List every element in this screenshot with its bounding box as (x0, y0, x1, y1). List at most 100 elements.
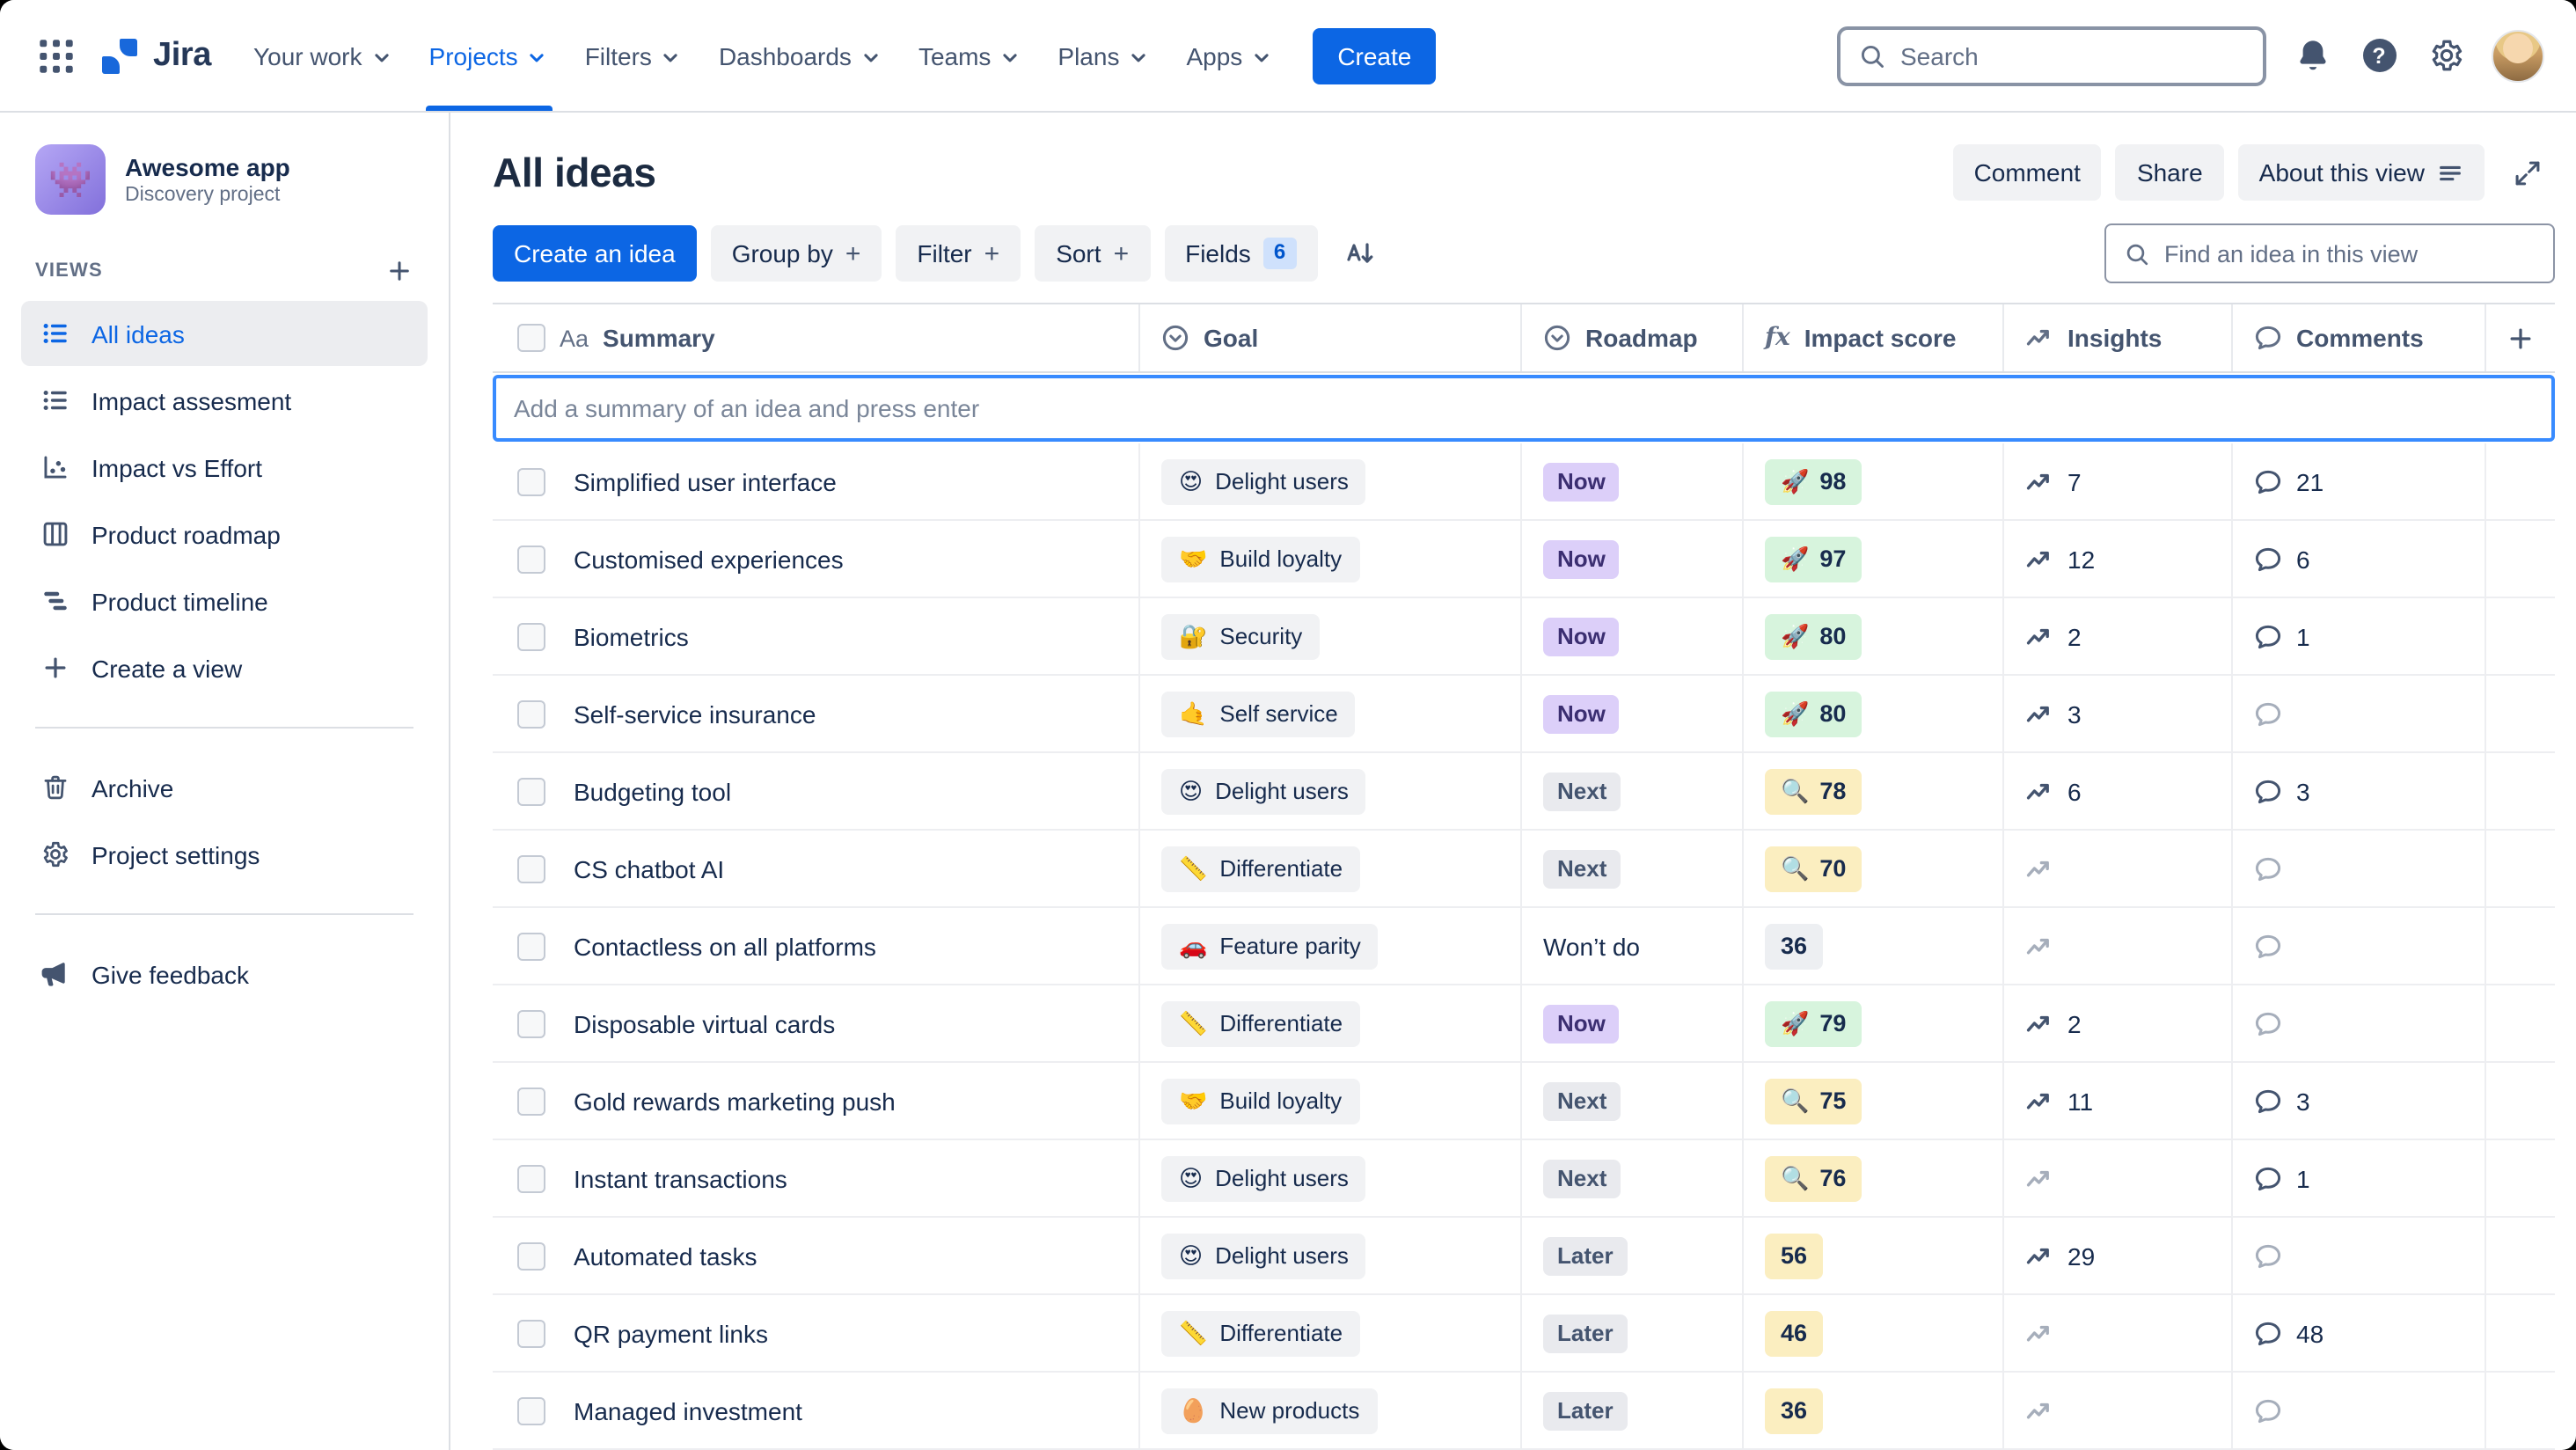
idea-row[interactable]: Budgeting tool 😍 Delight users Next 🔍 78 6 3 (493, 753, 2555, 831)
roadmap-lozenge[interactable]: Now (1543, 539, 1620, 578)
goal-cell[interactable]: 🤙 Self service (1138, 676, 1520, 751)
insights-cell[interactable]: 7 (2002, 443, 2231, 519)
goal-chip[interactable]: 📏 Differentiate (1161, 1000, 1361, 1046)
comments-cell[interactable] (2231, 985, 2485, 1061)
impact-score-cell[interactable]: 🔍 75 (1742, 1063, 2002, 1139)
sidebar-item-give-feedback[interactable]: Give feedback (21, 941, 428, 1007)
group-by-button[interactable]: Group by + (710, 225, 882, 282)
roadmap-cell[interactable]: Now (1520, 521, 1742, 597)
insights-cell[interactable] (2002, 1373, 2231, 1448)
idea-row[interactable]: Disposable virtual cards 📏 Differentiate No… (493, 985, 2555, 1063)
impact-score-cell[interactable]: 🚀 97 (1742, 521, 2002, 597)
add-view-button[interactable] (385, 257, 413, 285)
summary-cell[interactable]: Managed investment (493, 1373, 1138, 1448)
goal-cell[interactable]: 🤝 Build loyalty (1138, 521, 1520, 597)
summary-cell[interactable]: Self-service insurance (493, 676, 1138, 751)
summary-cell[interactable]: Contactless on all platforms (493, 908, 1138, 984)
add-idea-row[interactable] (493, 375, 2555, 442)
summary-cell[interactable]: CS chatbot AI (493, 831, 1138, 906)
column-header-summary[interactable]: Aa Summary (493, 304, 1138, 371)
impact-score-cell[interactable]: 🚀 80 (1742, 676, 2002, 751)
filter-button[interactable]: Filter + (896, 225, 1021, 282)
roadmap-cell[interactable]: Next (1520, 753, 1742, 829)
idea-row[interactable]: Contactless on all platforms 🚗 Feature par… (493, 908, 2555, 985)
add-column-button[interactable] (2485, 304, 2555, 371)
summary-cell[interactable]: Simplified user interface (493, 443, 1138, 519)
idea-row[interactable]: Customised experiences 🤝 Build loyalty Now 🚀… (493, 521, 2555, 598)
idea-row[interactable]: Gold rewards marketing push 🤝 Build loyalt… (493, 1063, 2555, 1140)
global-search[interactable] (1837, 26, 2266, 85)
goal-cell[interactable]: 🤝 Build loyalty (1138, 1063, 1520, 1139)
comments-cell[interactable] (2231, 676, 2485, 751)
notifications-button[interactable] (2284, 27, 2340, 84)
goal-cell[interactable]: 😍 Delight users (1138, 1218, 1520, 1293)
goal-cell[interactable]: 📏 Differentiate (1138, 1295, 1520, 1371)
roadmap-cell[interactable]: Later (1520, 1295, 1742, 1371)
impact-score-cell[interactable]: 🚀 80 (1742, 598, 2002, 674)
find-idea-input[interactable] (2164, 240, 2536, 267)
sidebar-item-archive[interactable]: Archive (21, 755, 428, 820)
comments-cell[interactable] (2231, 908, 2485, 984)
impact-score-cell[interactable]: 🔍 70 (1742, 831, 2002, 906)
settings-button[interactable] (2418, 27, 2474, 84)
roadmap-lozenge[interactable]: Later (1543, 1391, 1628, 1430)
sidebar-item-all-ideas[interactable]: All ideas (21, 301, 428, 366)
goal-chip[interactable]: 😍 Delight users (1161, 768, 1366, 814)
goal-chip[interactable]: 🔐 Security (1161, 613, 1321, 659)
insights-cell[interactable]: 2 (2002, 985, 2231, 1061)
insights-cell[interactable]: 3 (2002, 676, 2231, 751)
row-checkbox[interactable] (517, 545, 545, 573)
goal-cell[interactable]: 🚗 Feature parity (1138, 908, 1520, 984)
summary-cell[interactable]: Customised experiences (493, 521, 1138, 597)
row-checkbox[interactable] (517, 1241, 545, 1270)
global-search-input[interactable] (1900, 41, 2245, 70)
summary-cell[interactable]: Disposable virtual cards (493, 985, 1138, 1061)
idea-row[interactable]: Biometrics 🔐 Security Now 🚀 80 2 1 (493, 598, 2555, 676)
comments-cell[interactable]: 1 (2231, 598, 2485, 674)
column-header-impact-score[interactable]: fx Impact score (1742, 304, 2002, 371)
roadmap-cell[interactable]: Now (1520, 598, 1742, 674)
project-header[interactable]: 👾 Awesome app Discovery project (21, 141, 428, 225)
row-checkbox[interactable] (517, 622, 545, 650)
goal-cell[interactable]: 😍 Delight users (1138, 443, 1520, 519)
roadmap-lozenge[interactable]: Now (1543, 1004, 1620, 1043)
create-idea-button[interactable]: Create an idea (493, 225, 697, 282)
row-checkbox[interactable] (517, 1164, 545, 1192)
insights-cell[interactable]: 11 (2002, 1063, 2231, 1139)
roadmap-lozenge[interactable]: Later (1543, 1236, 1628, 1275)
roadmap-lozenge[interactable]: Next (1543, 772, 1621, 810)
idea-row[interactable]: Self-service insurance 🤙 Self service Now 🚀 8… (493, 676, 2555, 753)
sidebar-item-product-roadmap[interactable]: Product roadmap (21, 502, 428, 567)
goal-cell[interactable]: 😍 Delight users (1138, 1140, 1520, 1216)
roadmap-lozenge[interactable]: Now (1543, 694, 1620, 733)
comments-cell[interactable]: 1 (2231, 1140, 2485, 1216)
comments-cell[interactable]: 6 (2231, 521, 2485, 597)
about-this-view-button[interactable]: About this view (2237, 144, 2485, 201)
row-checkbox[interactable] (517, 932, 545, 960)
sidebar-item-impact-assesment[interactable]: Impact assesment (21, 368, 428, 433)
impact-score-cell[interactable]: 56 (1742, 1218, 2002, 1293)
row-checkbox[interactable] (517, 1087, 545, 1115)
insights-cell[interactable] (2002, 831, 2231, 906)
nav-item-plans[interactable]: Plans (1040, 0, 1168, 111)
goal-chip[interactable]: 🤝 Build loyalty (1161, 1078, 1360, 1124)
sidebar-item-product-timeline[interactable]: Product timeline (21, 568, 428, 633)
summary-cell[interactable]: QR payment links (493, 1295, 1138, 1371)
summary-cell[interactable]: Automated tasks (493, 1218, 1138, 1293)
goal-chip[interactable]: 🥚 New products (1161, 1388, 1378, 1433)
comments-cell[interactable] (2231, 831, 2485, 906)
roadmap-lozenge[interactable]: Next (1543, 1159, 1621, 1197)
column-header-goal[interactable]: Goal (1138, 304, 1520, 371)
insights-cell[interactable]: 29 (2002, 1218, 2231, 1293)
row-checkbox[interactable] (517, 467, 545, 495)
goal-chip[interactable]: 🤙 Self service (1161, 691, 1356, 736)
nav-item-filters[interactable]: Filters (567, 0, 701, 111)
roadmap-cell[interactable]: Next (1520, 1063, 1742, 1139)
impact-score-cell[interactable]: 36 (1742, 908, 2002, 984)
insights-cell[interactable]: 2 (2002, 598, 2231, 674)
roadmap-lozenge[interactable]: Won’t do (1543, 926, 1640, 965)
impact-score-cell[interactable]: 🚀 79 (1742, 985, 2002, 1061)
roadmap-cell[interactable]: Now (1520, 985, 1742, 1061)
column-header-insights[interactable]: Insights (2002, 304, 2231, 371)
goal-cell[interactable]: 😍 Delight users (1138, 753, 1520, 829)
